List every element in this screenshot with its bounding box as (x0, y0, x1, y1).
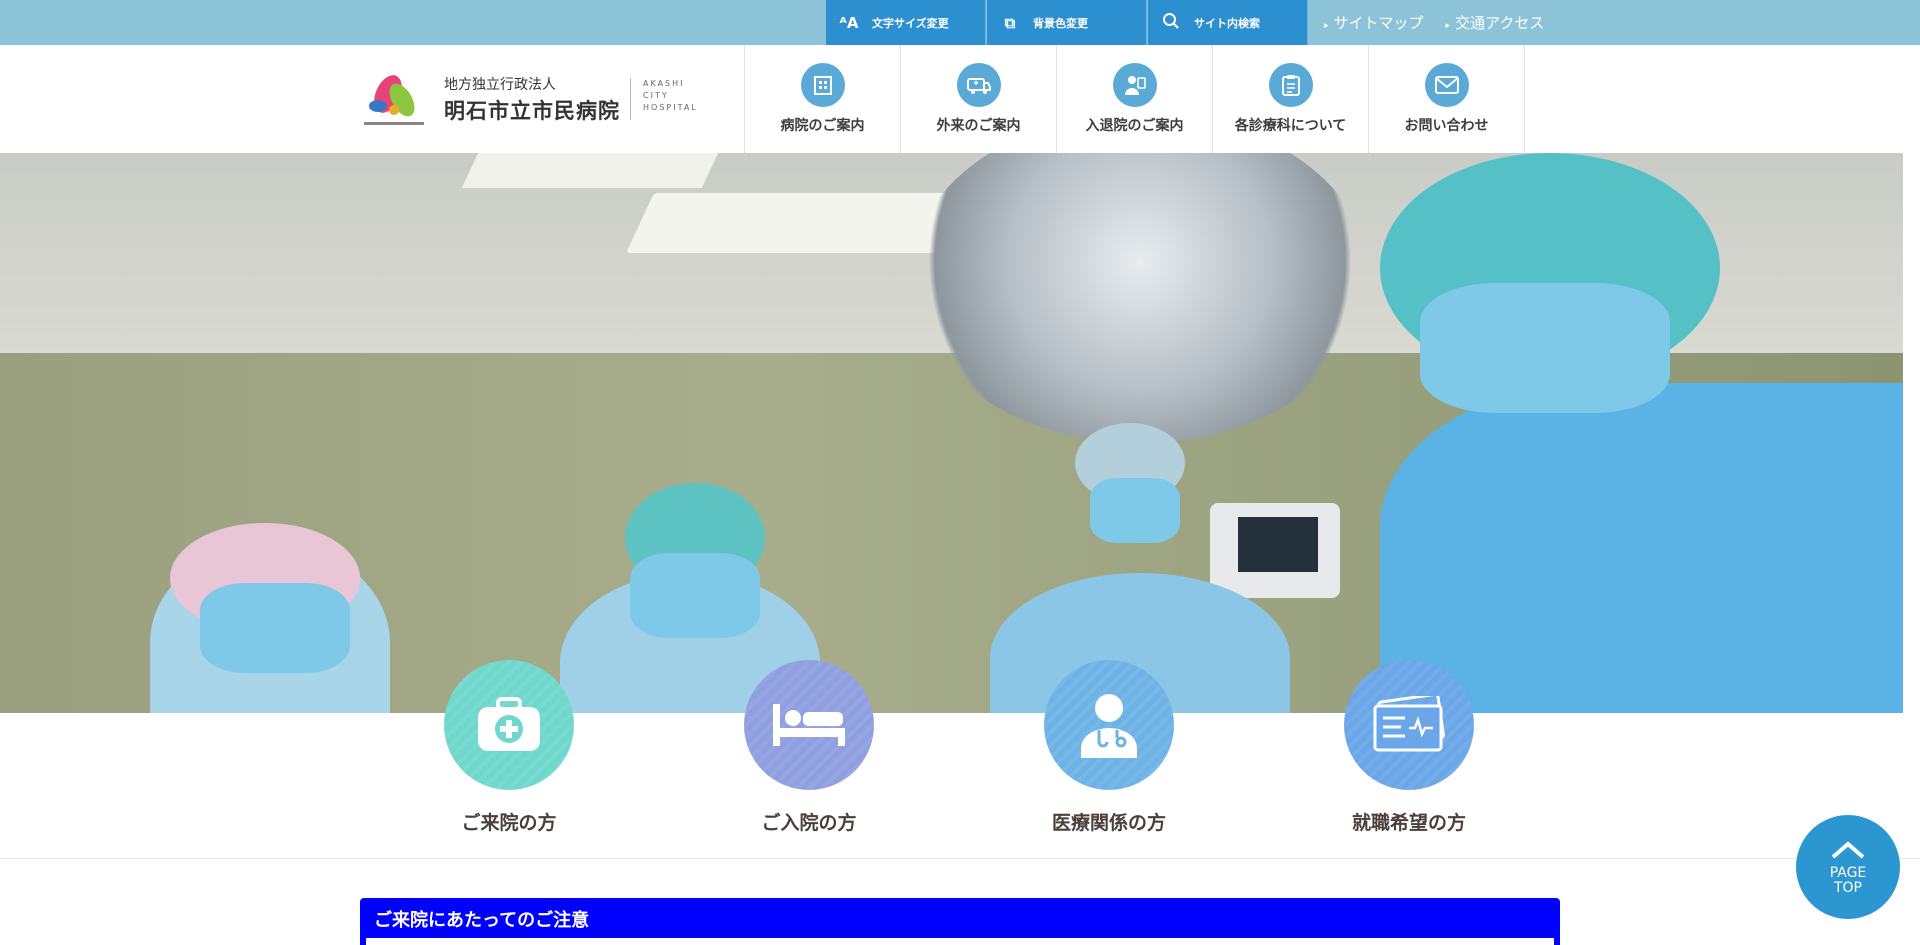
nav-contact[interactable]: お問い合わせ (1369, 45, 1525, 153)
page-top-button[interactable]: PAGE TOP (1796, 815, 1900, 919)
font-size-button[interactable]: ᴬA 文字サイズ変更 (826, 0, 986, 45)
category-medical-professionals[interactable]: 医療関係の方 (1019, 660, 1199, 835)
chevron-up-icon (1830, 838, 1866, 864)
medical-kit-icon (444, 660, 574, 790)
page-top-line: TOP (1833, 880, 1862, 896)
patient-icon (1112, 63, 1157, 107)
category-label: ご来院の方 (461, 812, 557, 834)
ceiling-light (461, 153, 719, 188)
category-outpatient[interactable]: ご来院の方 (419, 660, 599, 835)
nav-label: 外来のご案内 (936, 118, 1021, 134)
clipboard-icon (1268, 63, 1313, 107)
category-inpatient[interactable]: ご入院の方 (719, 660, 899, 835)
category-label: 就職希望の方 (1351, 812, 1466, 834)
medical-monitor (1210, 503, 1340, 598)
notice-title: ご来院にあたってのご注意 (374, 910, 590, 931)
font-size-label: 文字サイズ変更 (872, 16, 949, 30)
mail-icon (1424, 63, 1469, 107)
building-icon (800, 63, 845, 107)
doctor-icon (1044, 660, 1174, 790)
id-card-icon (1344, 660, 1474, 790)
surgical-mask (1090, 478, 1180, 543)
search-icon (1160, 12, 1182, 34)
visit-notice-box: ご来院にあたってのご注意 (360, 898, 1560, 945)
nav-admission-guide[interactable]: 入退院のご案内 (1057, 45, 1213, 153)
category-job-seekers[interactable]: 就職希望の方 (1319, 660, 1499, 835)
nav-departments[interactable]: 各診療科について (1213, 45, 1369, 153)
notice-body (366, 938, 1554, 945)
bed-icon (744, 660, 874, 790)
sitemap-link-label: サイトマップ (1333, 14, 1424, 32)
visitor-categories: ご来院の方 ご入院の方 医療関係の方 就職希望の方 (0, 660, 1920, 860)
color-swap-icon: ⧉ (1004, 13, 1016, 32)
access-link-label: 交通アクセス (1455, 14, 1545, 32)
category-label: 医療関係の方 (1051, 812, 1166, 834)
hospital-logo[interactable]: 地方独立行政法人 明石市立市民病院 AKASHI CITY HOSPITAL (358, 64, 698, 134)
hero-image (0, 153, 1903, 713)
access-link[interactable]: ▸ 交通アクセス (1446, 12, 1545, 33)
utility-links: ▸ サイトマップ ▸ 交通アクセス (1324, 0, 1544, 45)
site-header: 地方独立行政法人 明石市立市民病院 AKASHI CITY HOSPITAL 病… (0, 45, 1920, 153)
category-label: ご入院の方 (761, 812, 857, 834)
utility-bar: ᴬA 文字サイズ変更 ⧉ 背景色変更 サイト内検索 ▸ サイトマップ ▸ 交通アクセ… (0, 0, 1920, 45)
nav-label: 病院のご案内 (780, 118, 865, 134)
surgical-mask (1420, 283, 1670, 413)
surgical-mask (630, 553, 760, 638)
background-color-label: 背景色変更 (1033, 16, 1088, 30)
nav-label: 入退院のご案内 (1085, 118, 1184, 134)
font-size-icon: ᴬA (839, 13, 859, 32)
logo-en-line: HOSPITAL (643, 103, 698, 112)
logo-english: AKASHI CITY HOSPITAL (630, 78, 698, 120)
background-color-button[interactable]: ⧉ 背景色変更 (987, 0, 1147, 45)
nav-label: お問い合わせ (1404, 118, 1489, 134)
nav-hospital-guide[interactable]: 病院のご案内 (745, 45, 901, 153)
page-top-line: PAGE (1829, 865, 1867, 881)
nav-outpatient-guide[interactable]: 外来のご案内 (901, 45, 1057, 153)
global-nav: 病院のご案内 外来のご案内 入退院のご案内 各診療科について お問い合わせ (744, 45, 1525, 153)
logo-mark-icon (358, 66, 430, 132)
logo-title: 明石市立市民病院 (444, 98, 620, 123)
nav-label: 各診療科について (1234, 118, 1347, 134)
logo-en-line: AKASHI (643, 79, 685, 88)
section-divider (0, 858, 1920, 859)
logo-subtitle: 地方独立行政法人 (444, 76, 556, 93)
site-search-label: サイト内検索 (1194, 16, 1260, 30)
logo-en-line: CITY (643, 91, 669, 100)
arrow-right-icon: ▸ (1445, 21, 1451, 31)
page-top-label: PAGE TOP (1830, 866, 1867, 896)
ambulance-icon (956, 63, 1001, 107)
arrow-right-icon: ▸ (1324, 21, 1329, 31)
site-search-button[interactable]: サイト内検索 (1148, 0, 1308, 45)
sitemap-link[interactable]: ▸ サイトマップ (1324, 12, 1424, 33)
